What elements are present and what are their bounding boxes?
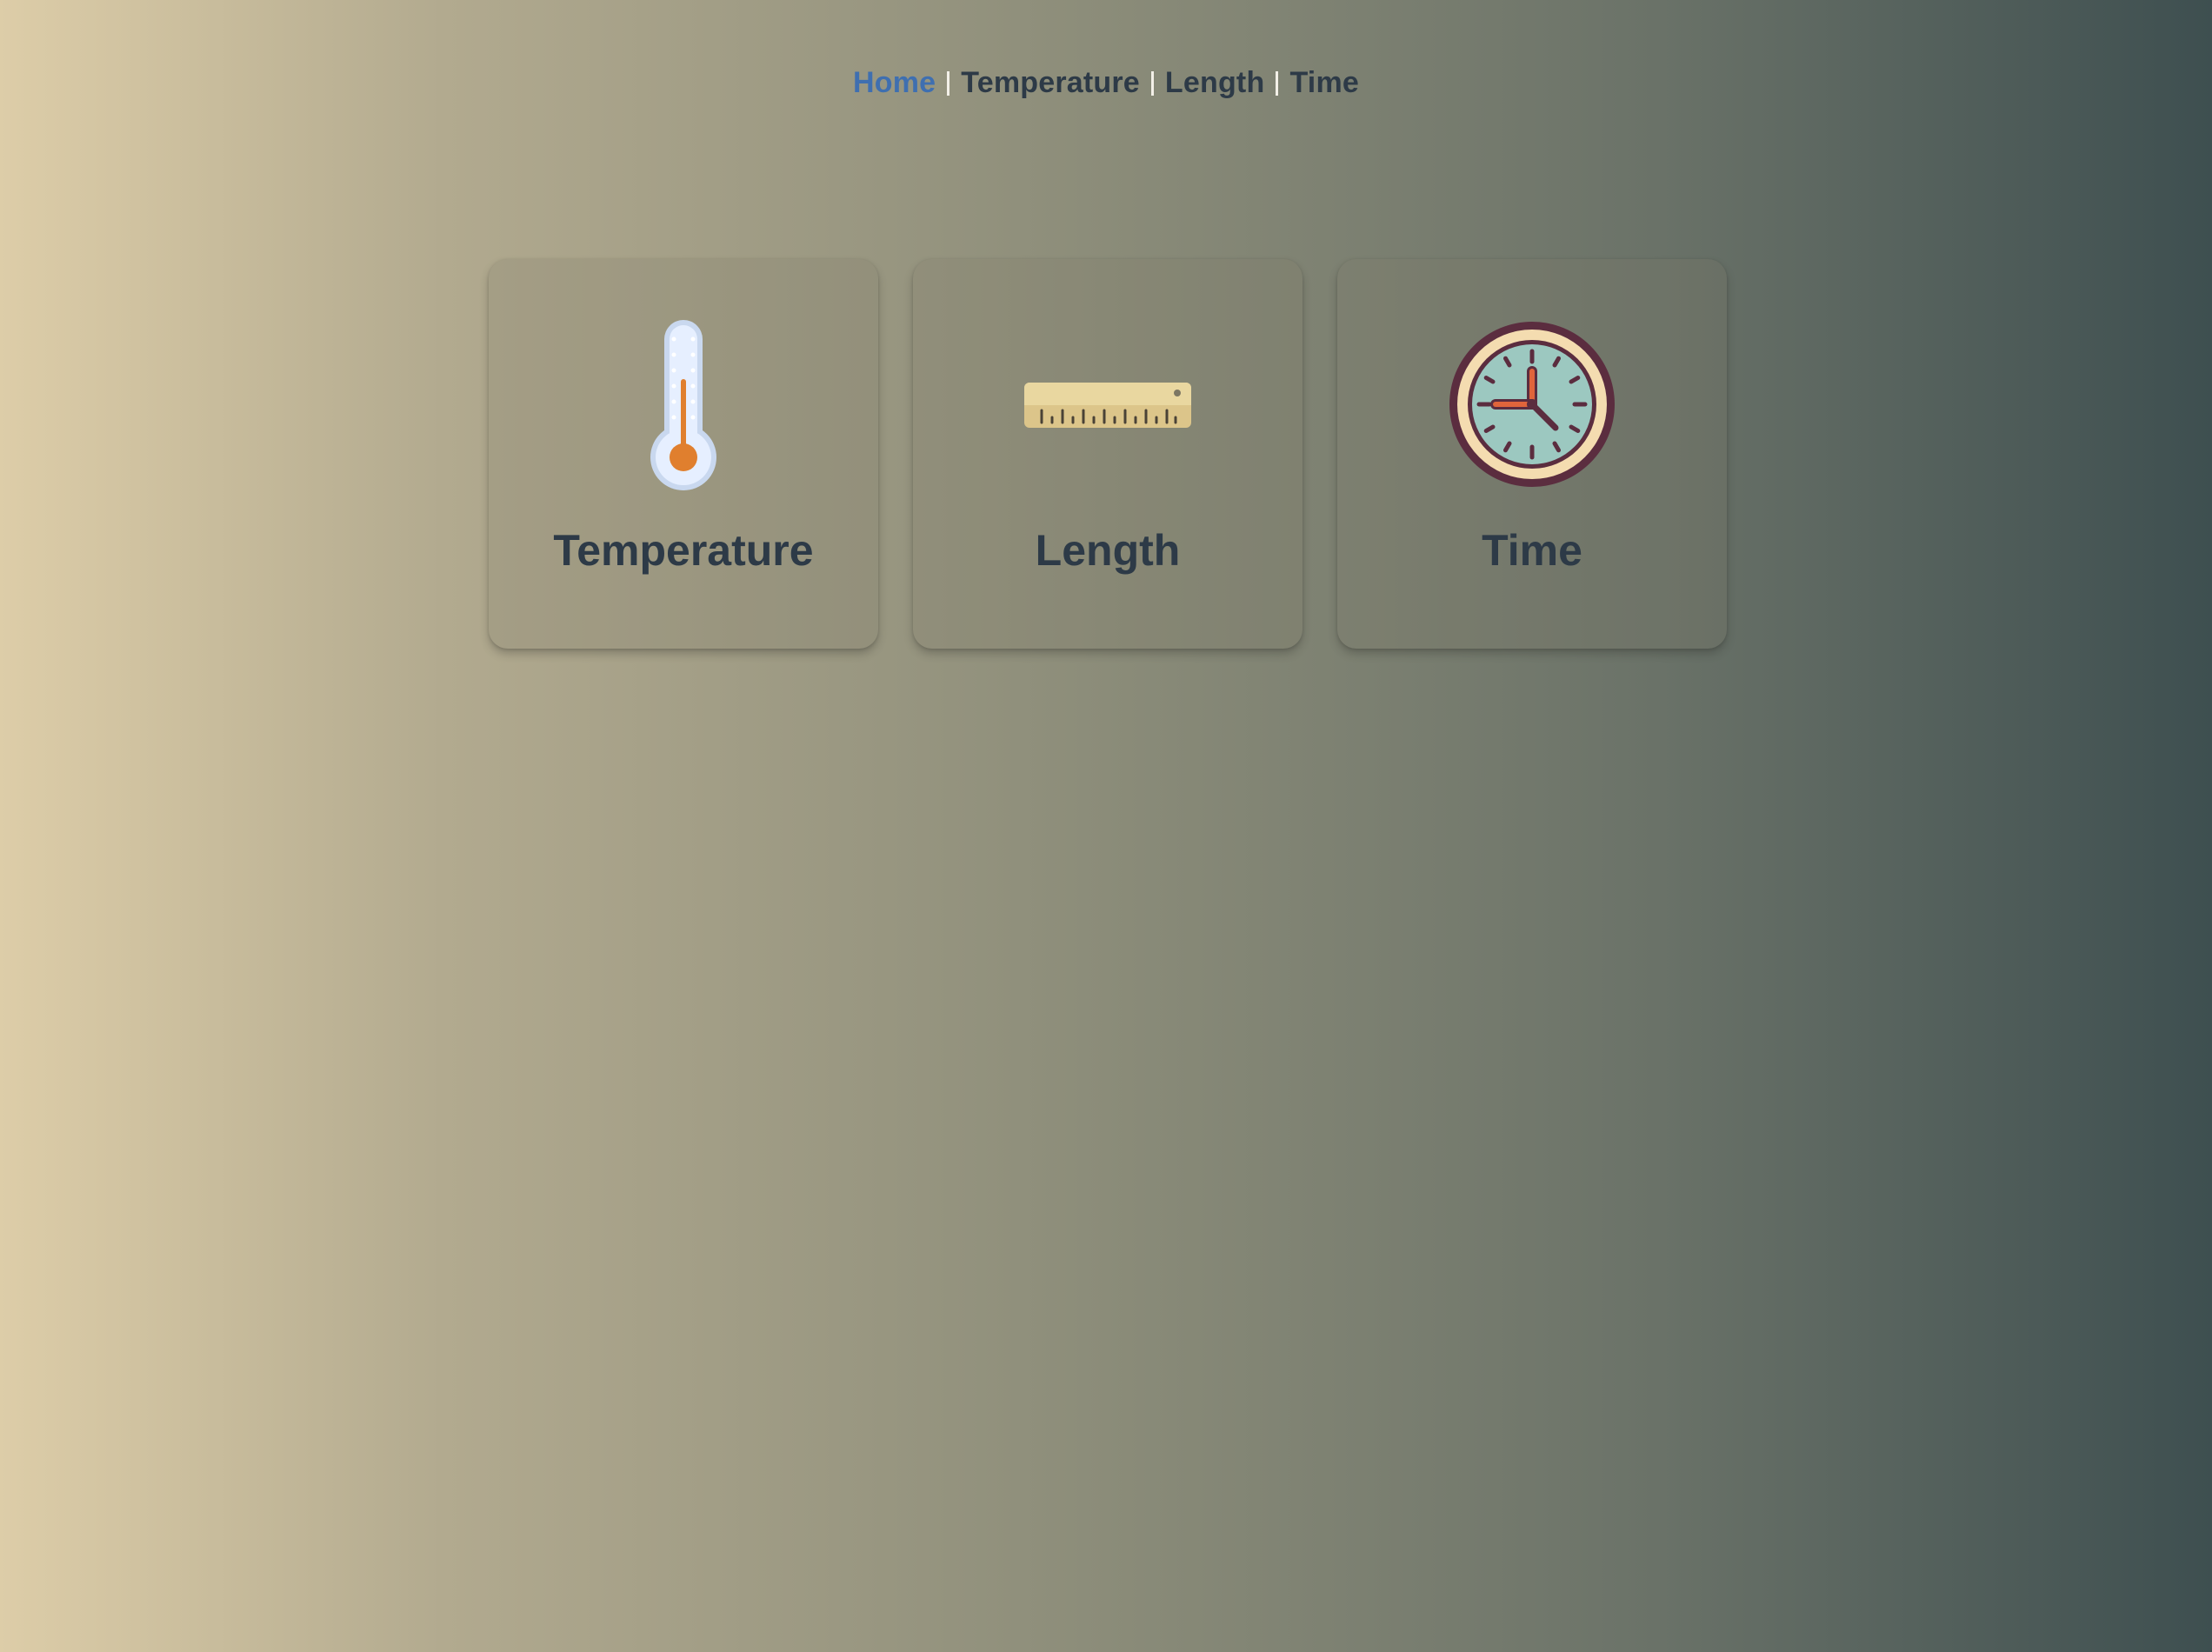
- temperature-card-label: Temperature: [553, 526, 814, 575]
- ruler-icon: [1021, 320, 1195, 494]
- time-card[interactable]: Time: [1337, 259, 1727, 649]
- length-card-label: Length: [1035, 526, 1181, 575]
- clock-icon: [1445, 320, 1619, 494]
- time-card-label: Time: [1482, 526, 1582, 575]
- top-navigation: Home Temperature Length Time: [0, 66, 2212, 100]
- nav-link-home[interactable]: Home: [853, 66, 936, 100]
- nav-separator: [947, 70, 950, 96]
- temperature-card[interactable]: Temperature: [489, 259, 878, 649]
- nav-separator: [1150, 70, 1154, 96]
- converter-cards: Temperature Length Time: [489, 259, 1727, 649]
- length-card[interactable]: Length: [913, 259, 1303, 649]
- nav-link-temperature[interactable]: Temperature: [961, 66, 1140, 100]
- nav-link-length[interactable]: Length: [1165, 66, 1265, 100]
- nav-link-time[interactable]: Time: [1289, 66, 1359, 100]
- thermometer-icon: [596, 320, 770, 494]
- nav-separator: [1276, 70, 1279, 96]
